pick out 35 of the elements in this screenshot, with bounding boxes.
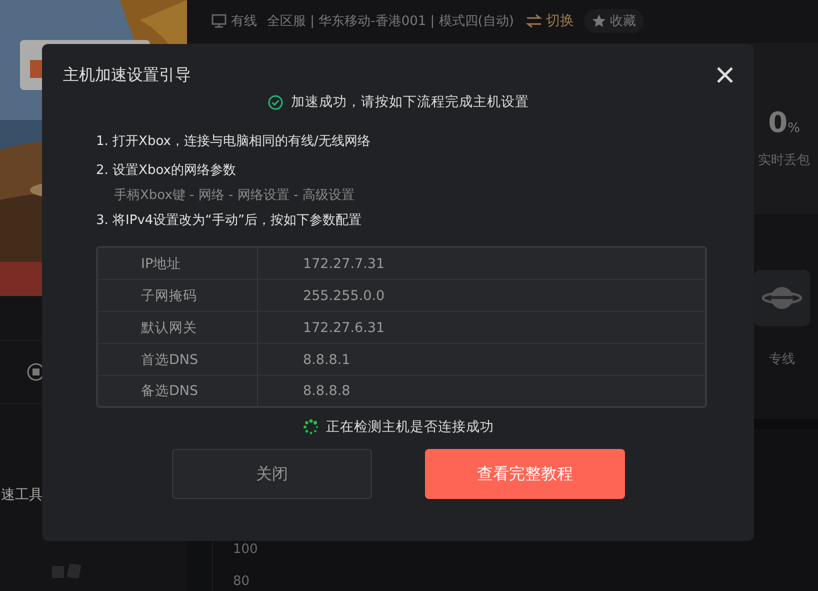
spinner-icon (303, 419, 319, 435)
favorite-button[interactable]: 收藏 (584, 9, 644, 34)
table-cell: IP地址 (98, 248, 258, 279)
table-cell-text: 172.27.7.31 (302, 254, 385, 274)
table-cell: 默认网关 (98, 312, 258, 343)
detecting-message: 正在检测主机是否连接成功 (326, 418, 494, 436)
line-tile[interactable] (754, 270, 810, 326)
table-cell-text: 255.255.0.0 (302, 286, 385, 306)
table-cell: 首选DNS (98, 344, 258, 375)
tutorial-button[interactable]: 查看完整教程 (425, 449, 625, 499)
axis-label: 100 (233, 541, 259, 559)
table-cell-text: 8.8.8.1 (302, 350, 350, 370)
table-cell-text: 172.27.6.31 (302, 318, 385, 338)
check-circle-icon (268, 94, 283, 110)
monitor-icon (211, 13, 227, 30)
packet-loss-value: 0% (768, 106, 800, 141)
line-label: 专线 (769, 351, 795, 368)
success-message: 加速成功，请按如下流程完成主机设置 (291, 93, 529, 111)
switch-link[interactable]: 切换 (526, 12, 574, 30)
step-text: 3. 将IPv4设置改为“手动”后，按如下参数配置 (96, 212, 363, 230)
step-text: 2. 设置Xbox的网络参数 (96, 162, 237, 180)
connection-type: 有线 (231, 13, 257, 30)
route-info: 全区服 | 华东移动-香港001 | 模式四(自动) (267, 13, 514, 30)
step-hint: 手柄Xbox键 - 网络 - 网络设置 - 高级设置 (113, 187, 356, 205)
dialog-title: 主机加速设置引导 (63, 64, 191, 86)
close-button[interactable]: 关闭 (172, 449, 372, 499)
star-icon (592, 14, 606, 28)
table-cell: 备选DNS (98, 376, 258, 406)
table-cell: 子网掩码 (98, 280, 258, 311)
axis-label: 80 (233, 573, 251, 591)
table-cell-text: 8.8.8.8 (302, 382, 350, 401)
packet-loss-label: 实时丢包 (758, 152, 810, 169)
step-text: 1. 打开Xbox，连接与电脑相同的有线/无线网络 (96, 133, 372, 151)
swap-icon (526, 14, 542, 28)
close-icon[interactable] (716, 66, 734, 84)
